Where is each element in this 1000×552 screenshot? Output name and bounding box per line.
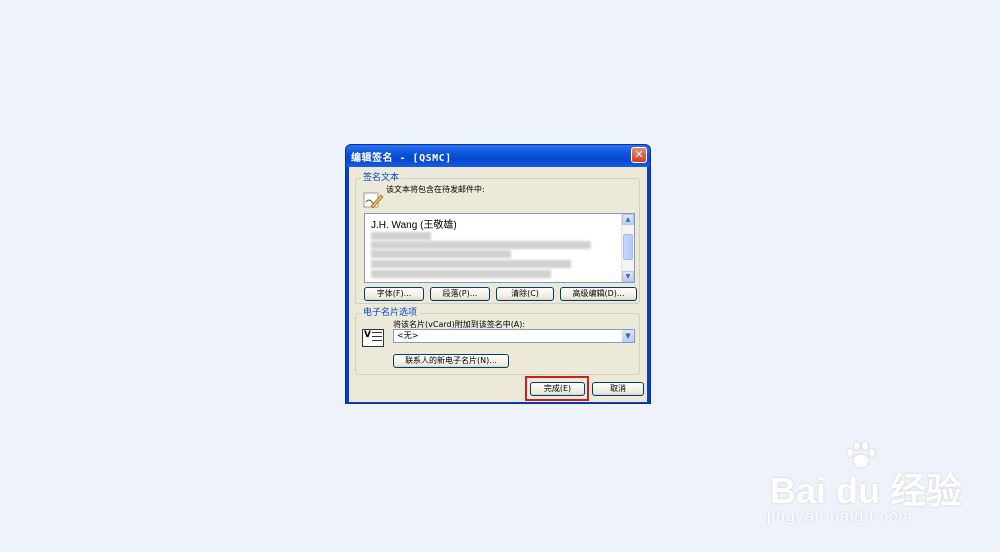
ok-button[interactable]: 完成(E) (530, 382, 585, 396)
signature-description: 该文本将包含在待发邮件中: (386, 185, 485, 194)
signature-scrollbar[interactable]: ▲ ▼ (621, 214, 634, 282)
signature-text-group: 签名文本 该文本将包含在待发邮件中: J.H. Wang (王敬雄) ▲ ▼ 字… (355, 173, 640, 304)
new-vcard-button[interactable]: 联系人的新电子名片(N)... (393, 354, 509, 368)
vcard-select[interactable]: <无> ▼ (393, 329, 635, 343)
watermark-url: jingyan.baidu.com (767, 508, 913, 525)
redacted-line (371, 232, 431, 240)
redacted-line (371, 270, 551, 278)
baidu-watermark: Bai du 经验 jingyan.baidu.com (765, 440, 995, 540)
advanced-edit-button[interactable]: 高级编辑(D)... (560, 287, 637, 301)
vcard-options-group: 电子名片选项 V 将该名片(vCard)附加到该签名中(A): <无> ▼ 联系… (355, 308, 640, 375)
clear-button[interactable]: 清除(C) (496, 287, 554, 301)
paragraph-button[interactable]: 段落(P)... (430, 287, 490, 301)
title-bar[interactable]: 编辑签名 - [QSMC] ✕ (346, 145, 650, 167)
scroll-thumb[interactable] (623, 234, 633, 260)
dialog-title: 编辑签名 - [QSMC] (351, 153, 452, 164)
redacted-line (371, 250, 511, 258)
signature-text-area[interactable]: J.H. Wang (王敬雄) ▲ ▼ (364, 213, 635, 283)
cancel-button[interactable]: 取消 (592, 382, 644, 396)
scroll-down-arrow-icon[interactable]: ▼ (622, 271, 634, 282)
chevron-down-icon[interactable]: ▼ (622, 330, 634, 342)
close-button[interactable]: ✕ (631, 147, 647, 163)
vcard-selected-value: <无> (397, 331, 419, 340)
scroll-up-arrow-icon[interactable]: ▲ (622, 214, 634, 225)
edit-signature-dialog: 编辑签名 - [QSMC] ✕ 签名文本 该文本将包含在待发邮件中: J.H. … (345, 144, 651, 404)
redacted-line (371, 260, 571, 268)
signature-first-line: J.H. Wang (王敬雄) (371, 220, 457, 231)
signature-pen-icon (363, 192, 384, 209)
font-button[interactable]: 字体(F)... (364, 287, 424, 301)
watermark-brand: Bai du 经验 (770, 470, 963, 511)
vcard-icon: V (362, 329, 384, 347)
redacted-line (371, 241, 591, 249)
dialog-body: 签名文本 该文本将包含在待发邮件中: J.H. Wang (王敬雄) ▲ ▼ 字… (349, 167, 647, 402)
signature-group-title: 签名文本 (361, 173, 402, 184)
vcard-group-title: 电子名片选项 (361, 308, 420, 319)
